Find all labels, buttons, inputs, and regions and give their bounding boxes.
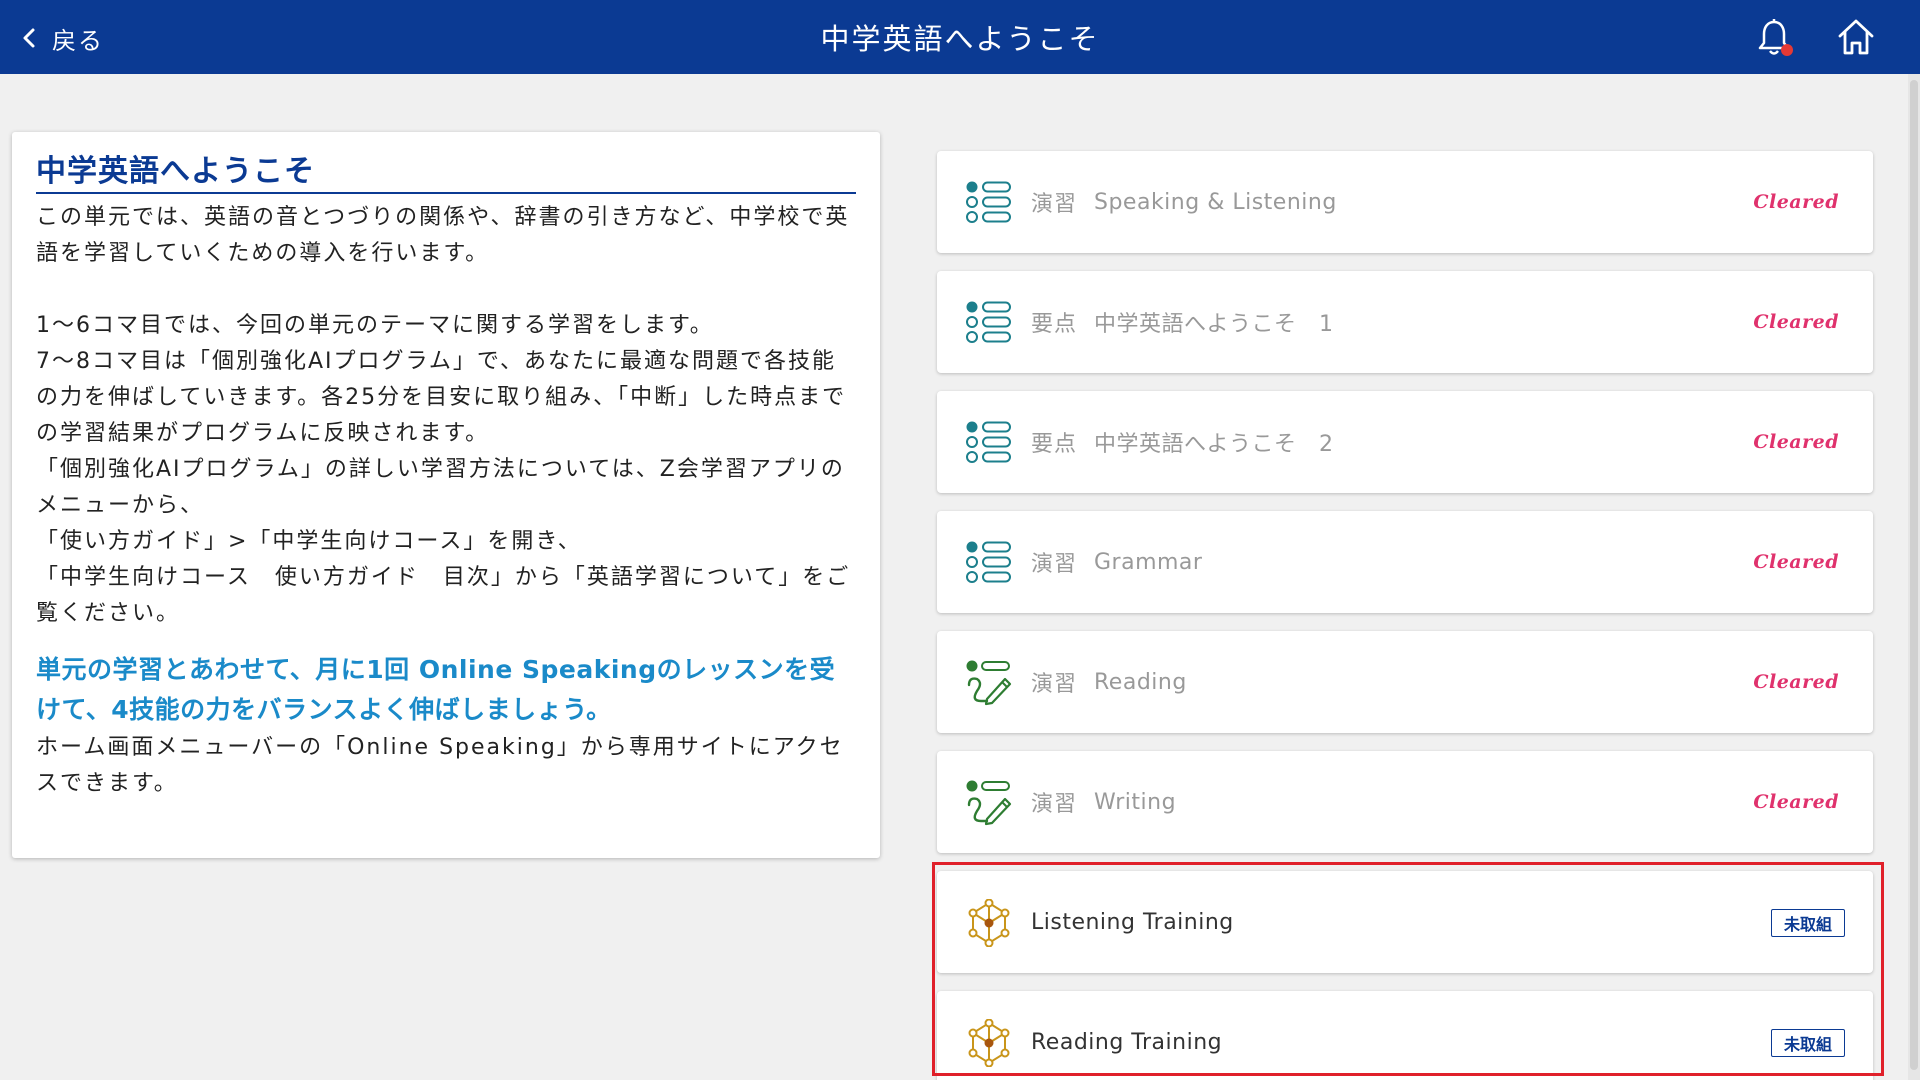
unit-item-listening-training[interactable]: Listening Training 未取組 (937, 871, 1873, 973)
unit-name: Writing (1094, 789, 1177, 815)
intro-body: この単元では、英語の音とつづりの関係や、辞書の引き方など、中学校で英語を学習して… (36, 200, 856, 632)
unit-name: Speaking & Listening (1094, 189, 1337, 215)
unit-category: 要点 (1031, 312, 1078, 337)
home-icon (1838, 19, 1874, 55)
unit-category: 演習 (1031, 792, 1078, 817)
unit-category: 演習 (1031, 552, 1078, 577)
status-badge: Cleared (1753, 191, 1839, 213)
intro-line: 7〜8コマ目は「個別強化AIプログラム」で、あなたに最適な問題で各技能の力を伸ば… (36, 349, 847, 446)
status-badge: Cleared (1753, 311, 1839, 333)
ai-network-icon (968, 1019, 1010, 1067)
unit-category: 演習 (1031, 672, 1078, 697)
intro-footer-text: ホーム画面メニューバーの「Online Speaking」から専用サイトにアクセ… (36, 735, 844, 796)
intro-line: 「使い方ガイド」>「中学生向けコース」を開き、 (36, 529, 582, 554)
intro-line: 「中学生向けコース 使い方ガイド 目次」から「英語学習について」をご覧ください。 (36, 565, 851, 626)
unit-name: Reading Training (1031, 1029, 1223, 1055)
back-label: 戻る (52, 26, 104, 55)
intro-paragraph: この単元では、英語の音とつづりの関係や、辞書の引き方など、中学校で英語を学習して… (36, 205, 850, 266)
intro-line: 「個別強化AIプログラム」の詳しい学習方法については、Z会学習アプリのメニューか… (36, 457, 845, 518)
intro-line: 1〜6コマ目では、今回の単元のテーマに関する学習をします。 (36, 313, 714, 338)
list-icon (966, 421, 1011, 463)
unit-item-reading-training[interactable]: Reading Training 未取組 (937, 991, 1873, 1080)
unit-category: 要点 (1031, 432, 1078, 457)
status-badge: Cleared (1753, 551, 1839, 573)
intro-footer: ホーム画面メニューバーの「Online Speaking」から専用サイトにアクセ… (36, 730, 856, 802)
unit-item-speaking-listening[interactable]: 演習 Speaking & Listening Cleared (937, 151, 1873, 253)
notification-dot (1781, 44, 1793, 56)
unit-item-welcome-1[interactable]: 要点 中学英語へようこそ 1 Cleared (937, 271, 1873, 373)
home-button[interactable] (1836, 16, 1876, 58)
ai-network-icon (968, 899, 1010, 947)
unit-intro-card: 中学英語へようこそ この単元では、英語の音とつづりの関係や、辞書の引き方など、中… (12, 132, 880, 858)
list-icon (966, 181, 1011, 223)
list-icon (966, 541, 1011, 583)
list-icon (966, 301, 1011, 343)
unit-item-reading[interactable]: 演習 Reading Cleared (937, 631, 1873, 733)
chevron-left-icon (23, 28, 35, 48)
unit-item-welcome-2[interactable]: 要点 中学英語へようこそ 2 Cleared (937, 391, 1873, 493)
intro-title: 中学英語へようこそ (36, 152, 856, 194)
page-title: 中学英語へようこそ (820, 22, 1100, 56)
status-badge: 未取組 (1771, 909, 1845, 937)
unit-name: Listening Training (1031, 909, 1234, 935)
unit-category: 演習 (1031, 192, 1078, 217)
intro-highlight: 単元の学習とあわせて、月に1回 Online Speakingのレッスンを受けて… (36, 655, 836, 724)
status-badge: Cleared (1753, 671, 1839, 693)
unit-item-grammar[interactable]: 演習 Grammar Cleared (937, 511, 1873, 613)
status-badge: Cleared (1753, 431, 1839, 453)
unit-name: Reading (1094, 669, 1187, 695)
unit-name: Grammar (1094, 549, 1203, 575)
top-bar: 戻る 中学英語へようこそ (0, 0, 1920, 74)
unit-item-writing[interactable]: 演習 Writing Cleared (937, 751, 1873, 853)
status-badge: 未取組 (1771, 1029, 1845, 1057)
pencil-icon (966, 780, 1012, 826)
unit-name: 中学英語へようこそ 1 (1094, 312, 1334, 337)
pencil-icon (966, 660, 1012, 706)
back-button[interactable]: 戻る (20, 18, 104, 58)
unit-name: 中学英語へようこそ 2 (1094, 432, 1334, 457)
status-badge: Cleared (1753, 791, 1839, 813)
notification-button[interactable] (1756, 18, 1793, 58)
scrollbar-thumb[interactable] (1910, 80, 1918, 1070)
